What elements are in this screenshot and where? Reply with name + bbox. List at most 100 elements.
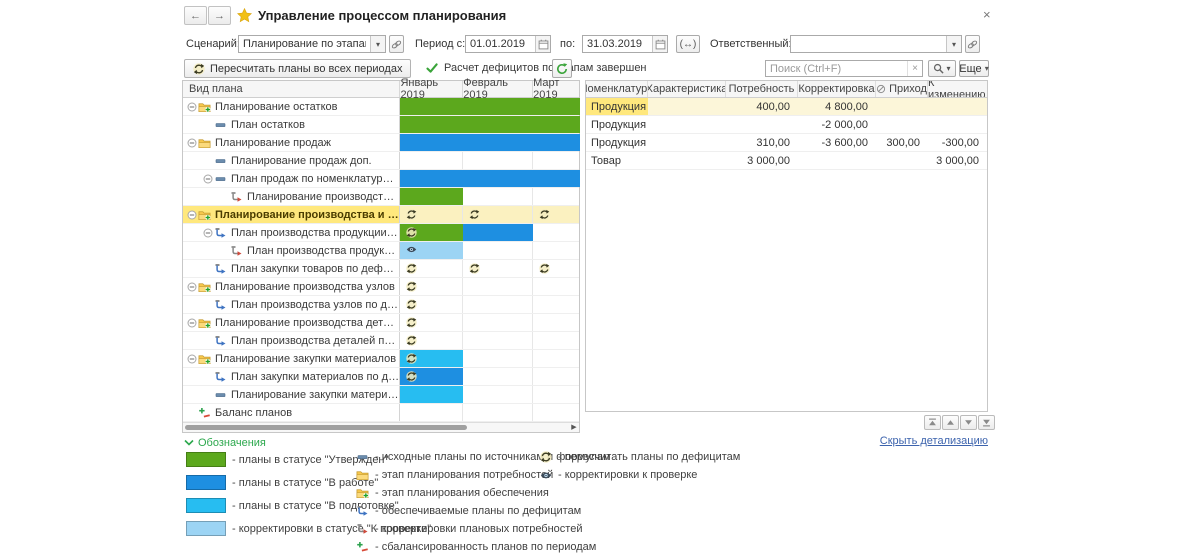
- table-cell: Товар: [586, 152, 648, 169]
- favorite-star-icon[interactable]: [237, 8, 252, 23]
- scroll-last-button[interactable]: [978, 415, 995, 430]
- recycle-icon[interactable]: [469, 263, 480, 274]
- scroll-down-button[interactable]: [960, 415, 977, 430]
- responsible-dropdown-button[interactable]: ▾: [946, 36, 961, 52]
- tree-expander-icon[interactable]: [187, 354, 197, 364]
- period-from-calendar-button[interactable]: [535, 36, 550, 52]
- recycle-icon[interactable]: [539, 209, 550, 220]
- refresh-button[interactable]: [552, 59, 572, 78]
- gantt-bar-green[interactable]: [400, 188, 463, 205]
- table-row[interactable]: Продукция310,00-3 600,00300,00-300,00: [586, 134, 987, 152]
- scenario-open-button[interactable]: [389, 35, 404, 53]
- eye-icon[interactable]: [406, 245, 417, 254]
- responsible-open-button[interactable]: [965, 35, 980, 53]
- plan-row[interactable]: План закупки товаров по дефициту: [183, 260, 579, 278]
- recycle-icon[interactable]: [406, 371, 417, 382]
- month-gridline: [462, 152, 463, 169]
- horizontal-scrollbar[interactable]: ▶: [183, 422, 579, 432]
- recalc-all-periods-button[interactable]: Пересчитать планы во всех периодах: [184, 59, 411, 78]
- more-button[interactable]: Еще ▾: [959, 60, 989, 77]
- column-header-nomenclature[interactable]: Номенклатура: [586, 81, 648, 97]
- month-gridline: [532, 314, 533, 331]
- plan-row[interactable]: Планирование закупки материалов вручную: [183, 386, 579, 404]
- recycle-icon[interactable]: [406, 353, 417, 364]
- tree-expander-icon[interactable]: [187, 138, 197, 148]
- tree-expander-icon[interactable]: [203, 174, 213, 184]
- plan-row[interactable]: Планирование остатков: [183, 98, 579, 116]
- scenario-input[interactable]: [239, 36, 370, 52]
- column-header-to-change[interactable]: К изменению: [928, 81, 987, 97]
- period-from-input[interactable]: [466, 36, 535, 52]
- scroll-up-button[interactable]: [942, 415, 959, 430]
- column-header-demand[interactable]: Потребность: [726, 81, 798, 97]
- responsible-input[interactable]: [791, 36, 946, 52]
- plan-tree-cell: План производства продукции по дефи...: [183, 242, 399, 259]
- plan-row[interactable]: Планирование производства узлов: [183, 278, 579, 296]
- plan-row[interactable]: Баланс планов: [183, 404, 579, 422]
- table-row[interactable]: Товар3 000,003 000,00: [586, 152, 987, 170]
- period-to-input[interactable]: [583, 36, 652, 52]
- gantt-bar-blue[interactable]: [463, 224, 533, 241]
- gantt-lane: [399, 386, 579, 403]
- tree-expander-icon[interactable]: [187, 102, 197, 112]
- back-button[interactable]: ←: [184, 6, 207, 25]
- plan-row[interactable]: План закупки материалов по дефициту: [183, 368, 579, 386]
- period-to-field[interactable]: [582, 35, 668, 53]
- tree-expander-icon[interactable]: [187, 210, 197, 220]
- gantt-bar-green[interactable]: [400, 116, 580, 133]
- folder-icon: [356, 469, 369, 481]
- search-clear-button[interactable]: ×: [907, 61, 922, 76]
- tree-expander-icon[interactable]: [187, 318, 197, 328]
- plan-row[interactable]: Планирование производства деталей: [183, 314, 579, 332]
- triangle-up-icon: [946, 418, 955, 427]
- scroll-first-button[interactable]: [924, 415, 941, 430]
- recycle-icon[interactable]: [406, 227, 417, 238]
- search-field[interactable]: ×: [765, 60, 923, 77]
- recycle-icon[interactable]: [469, 209, 480, 220]
- plan-row[interactable]: Планирование закупки материалов: [183, 350, 579, 368]
- recycle-icon[interactable]: [406, 299, 417, 310]
- plan-row[interactable]: План производства продукции по дефи...: [183, 242, 579, 260]
- recycle-icon[interactable]: [539, 263, 550, 274]
- gantt-bar-blue[interactable]: [400, 134, 580, 151]
- plan-row[interactable]: План производства деталей по дефициту: [183, 332, 579, 350]
- plan-row[interactable]: План производства продукции по дефициту: [183, 224, 579, 242]
- gantt-bar-green[interactable]: [400, 98, 580, 115]
- period-picker-button[interactable]: (↔): [676, 35, 700, 53]
- recycle-icon[interactable]: [406, 281, 417, 292]
- table-row[interactable]: Продукция-2 000,00: [586, 116, 987, 134]
- table-row[interactable]: Продукция на...400,004 800,00: [586, 98, 987, 116]
- period-to-calendar-button[interactable]: [652, 36, 667, 52]
- search-input[interactable]: [766, 61, 907, 76]
- legend-section-header[interactable]: Обозначения: [184, 437, 266, 449]
- recycle-icon[interactable]: [406, 209, 417, 220]
- column-header-characteristic[interactable]: Характеристика: [648, 81, 726, 97]
- scrollbar-thumb[interactable]: [185, 425, 467, 430]
- tree-expander-icon[interactable]: [203, 228, 213, 238]
- column-header-receipt[interactable]: Приход: [876, 81, 928, 97]
- tree-expander-icon[interactable]: [187, 282, 197, 292]
- plan-row[interactable]: Планирование производства и закупки ...: [183, 188, 579, 206]
- plan-row[interactable]: План остатков: [183, 116, 579, 134]
- close-icon[interactable]: ×: [983, 7, 991, 22]
- search-button[interactable]: ▾: [928, 60, 956, 77]
- plan-row[interactable]: Планирование продаж: [183, 134, 579, 152]
- scenario-field[interactable]: ▾: [238, 35, 386, 53]
- plan-row[interactable]: План продаж по номенклатуре (зам. по ист…: [183, 170, 579, 188]
- hide-details-link[interactable]: Скрыть детализацию: [880, 435, 988, 447]
- period-from-field[interactable]: [465, 35, 551, 53]
- gantt-bar-cyan[interactable]: [400, 386, 463, 403]
- recycle-icon[interactable]: [406, 317, 417, 328]
- scrollbar-right-arrow[interactable]: ▶: [570, 424, 578, 432]
- responsible-field[interactable]: ▾: [790, 35, 962, 53]
- gantt-bar-blue[interactable]: [400, 170, 580, 187]
- scenario-dropdown-button[interactable]: ▾: [370, 36, 385, 52]
- column-header-correction[interactable]: Корректировка: [798, 81, 876, 97]
- recycle-icon[interactable]: [406, 263, 417, 274]
- plan-row[interactable]: Планирование продаж доп.: [183, 152, 579, 170]
- recycle-icon[interactable]: [406, 335, 417, 346]
- plan-row[interactable]: Планирование производства и закупки това…: [183, 206, 579, 224]
- gantt-lane: [399, 134, 579, 151]
- plan-row[interactable]: План производства узлов по дефициту: [183, 296, 579, 314]
- forward-button[interactable]: →: [208, 6, 231, 25]
